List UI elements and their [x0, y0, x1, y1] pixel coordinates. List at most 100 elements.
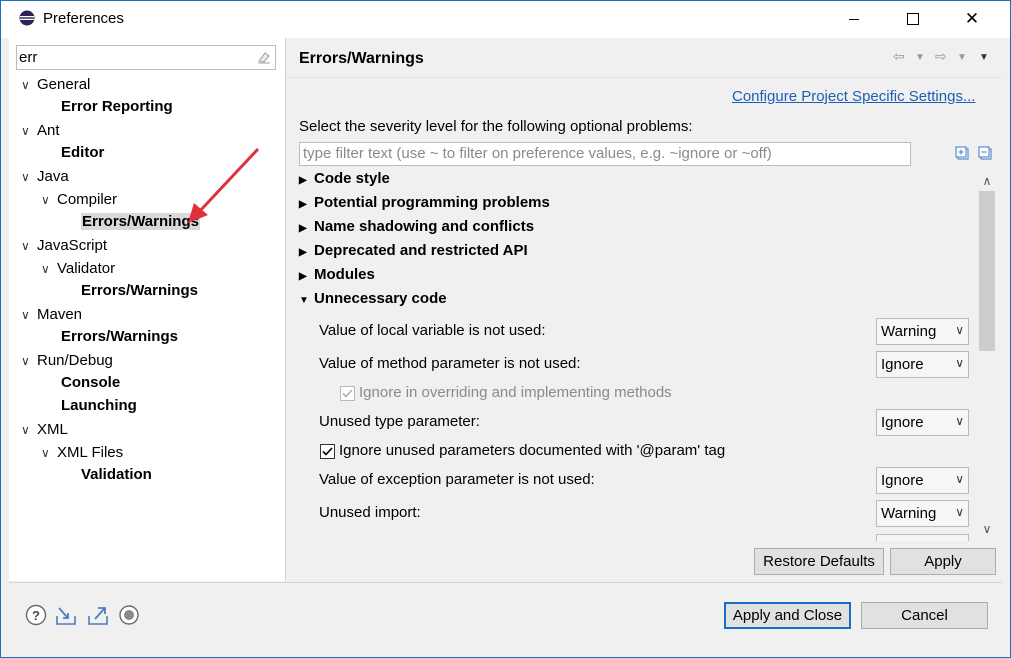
- tree-item-label: Java: [37, 168, 69, 185]
- tree-item-label: Validation: [81, 466, 152, 483]
- chevron-down-icon[interactable]: ∨: [21, 166, 37, 188]
- import-icon[interactable]: [55, 604, 77, 626]
- cancel-button[interactable]: Cancel: [861, 602, 988, 629]
- triangle-right-icon[interactable]: ▶: [299, 194, 314, 216]
- close-icon: ✕: [964, 9, 980, 28]
- section-label: Modules: [314, 266, 375, 283]
- clear-filter-icon[interactable]: [257, 50, 271, 64]
- scrollbar-thumb[interactable]: [979, 191, 995, 351]
- back-menu-chevron-icon[interactable]: ▼: [915, 52, 925, 63]
- chevron-down-icon: ∨: [955, 505, 964, 519]
- method-parameter-severity-select[interactable]: Ignore ∨: [876, 351, 969, 378]
- problems-filter-input[interactable]: [300, 143, 903, 163]
- section-deprecated-api[interactable]: ▶ Deprecated and restricted API: [299, 240, 528, 262]
- tree-item-label: Validator: [57, 260, 116, 277]
- view-menu-icon[interactable]: ▼: [979, 52, 989, 63]
- tree-item-launching[interactable]: Launching: [61, 395, 137, 417]
- minimize-icon: [849, 18, 859, 20]
- tree-item-general[interactable]: ∨ General: [21, 74, 90, 96]
- export-icon[interactable]: [87, 604, 109, 626]
- section-label: Potential programming problems: [314, 194, 550, 211]
- select-value: Ignore: [881, 356, 924, 373]
- scroll-down-icon[interactable]: ∨: [977, 520, 997, 538]
- tree-item-xml-files[interactable]: ∨ XML Files: [41, 442, 123, 464]
- triangle-right-icon[interactable]: ▶: [299, 170, 314, 192]
- tree-item-label: Run/Debug: [37, 352, 113, 369]
- chevron-down-icon: ∨: [955, 323, 964, 337]
- tree-item-java[interactable]: ∨ Java: [21, 166, 69, 188]
- tree-item-run-debug[interactable]: ∨ Run/Debug: [21, 350, 113, 372]
- tree-item-console[interactable]: Console: [61, 372, 120, 394]
- forward-icon[interactable]: ⇨: [935, 48, 947, 65]
- tree-item-label: Console: [61, 374, 121, 391]
- ignore-param-tag-checkbox[interactable]: [320, 444, 335, 459]
- tree-item-maven-errors-warnings[interactable]: Errors/Warnings: [61, 326, 178, 348]
- tree-item-error-reporting[interactable]: Error Reporting: [61, 96, 173, 118]
- ignore-param-tag-label: Ignore unused parameters documented with…: [339, 442, 726, 459]
- tree-item-java-compiler[interactable]: ∨ Compiler: [41, 189, 117, 211]
- chevron-down-icon[interactable]: ∨: [21, 120, 37, 142]
- close-button[interactable]: ✕: [943, 1, 1001, 37]
- apply-button[interactable]: Apply: [890, 548, 996, 575]
- tree-item-label: Ant: [37, 122, 60, 139]
- problems-filter-box[interactable]: [299, 142, 911, 166]
- triangle-right-icon[interactable]: ▶: [299, 266, 314, 288]
- tree-item-label: Launching: [61, 397, 137, 414]
- scroll-up-icon[interactable]: ∧: [977, 172, 997, 190]
- apply-and-close-button[interactable]: Apply and Close: [724, 602, 851, 629]
- expand-all-icon[interactable]: [955, 146, 969, 160]
- exception-parameter-severity-select[interactable]: Ignore ∨: [876, 467, 969, 494]
- tree-item-label: Maven: [37, 306, 83, 323]
- section-unnecessary-code[interactable]: ▼ Unnecessary code: [299, 288, 447, 310]
- collapse-all-icon[interactable]: [978, 146, 992, 160]
- annotation-arrow-icon: [188, 147, 260, 223]
- chevron-down-icon[interactable]: ∨: [21, 74, 37, 96]
- tree-item-javascript-validator[interactable]: ∨ Validator: [41, 258, 115, 280]
- tree-item-maven[interactable]: ∨ Maven: [21, 304, 82, 326]
- help-icon[interactable]: ?: [25, 604, 47, 626]
- local-variable-label: Value of local variable is not used:: [319, 322, 546, 339]
- chevron-down-icon[interactable]: ∨: [41, 189, 57, 211]
- checkmark-icon: [342, 389, 353, 398]
- tree-item-xml-validation[interactable]: Validation: [81, 464, 152, 486]
- tree-item-javascript-errors-warnings[interactable]: Errors/Warnings: [81, 280, 198, 302]
- tree-item-ant-editor[interactable]: Editor: [61, 142, 104, 164]
- select-value: Warning: [881, 505, 937, 522]
- tree-item-label: General: [37, 76, 91, 93]
- triangle-right-icon[interactable]: ▶: [299, 218, 314, 240]
- configure-project-settings-link[interactable]: Configure Project Specific Settings...: [732, 88, 975, 105]
- chevron-down-icon[interactable]: ∨: [21, 350, 37, 372]
- tree-filter-box[interactable]: [16, 45, 276, 70]
- tree-filter-input[interactable]: [19, 47, 249, 67]
- maximize-button[interactable]: [884, 1, 942, 37]
- triangle-right-icon[interactable]: ▶: [299, 242, 314, 264]
- chevron-down-icon: ∨: [955, 414, 964, 428]
- local-variable-severity-select[interactable]: Warning ∨: [876, 318, 969, 345]
- section-potential-programming-problems[interactable]: ▶ Potential programming problems: [299, 192, 550, 214]
- tree-item-label: JavaScript: [37, 237, 108, 254]
- section-code-style[interactable]: ▶ Code style: [299, 168, 390, 190]
- forward-menu-chevron-icon[interactable]: ▼: [957, 52, 967, 63]
- chevron-down-icon[interactable]: ∨: [21, 419, 37, 441]
- tree-item-xml[interactable]: ∨ XML: [21, 419, 68, 441]
- tree-item-label: Editor: [61, 144, 105, 161]
- chevron-down-icon[interactable]: ∨: [41, 442, 57, 464]
- tree-item-javascript[interactable]: ∨ JavaScript: [21, 235, 107, 257]
- tree-item-label: Errors/Warnings: [61, 328, 178, 345]
- section-name-shadowing[interactable]: ▶ Name shadowing and conflicts: [299, 216, 534, 238]
- ignore-overriding-checkbox[interactable]: [340, 386, 355, 401]
- unused-import-severity-select[interactable]: Warning ∨: [876, 500, 969, 527]
- chevron-down-icon[interactable]: ∨: [21, 235, 37, 257]
- chevron-down-icon[interactable]: ∨: [41, 258, 57, 280]
- chevron-down-icon[interactable]: ∨: [21, 304, 37, 326]
- minimize-button[interactable]: [825, 1, 883, 37]
- restore-defaults-button[interactable]: Restore Defaults: [754, 548, 884, 575]
- record-icon[interactable]: [118, 604, 140, 626]
- unused-type-parameter-severity-select[interactable]: Ignore ∨: [876, 409, 969, 436]
- section-modules[interactable]: ▶ Modules: [299, 264, 375, 286]
- tree-item-ant[interactable]: ∨ Ant: [21, 120, 60, 142]
- section-label: Deprecated and restricted API: [314, 242, 528, 259]
- tree-item-label: Compiler: [57, 191, 118, 208]
- triangle-down-icon[interactable]: ▼: [299, 290, 314, 312]
- back-icon[interactable]: ⇦: [893, 48, 905, 65]
